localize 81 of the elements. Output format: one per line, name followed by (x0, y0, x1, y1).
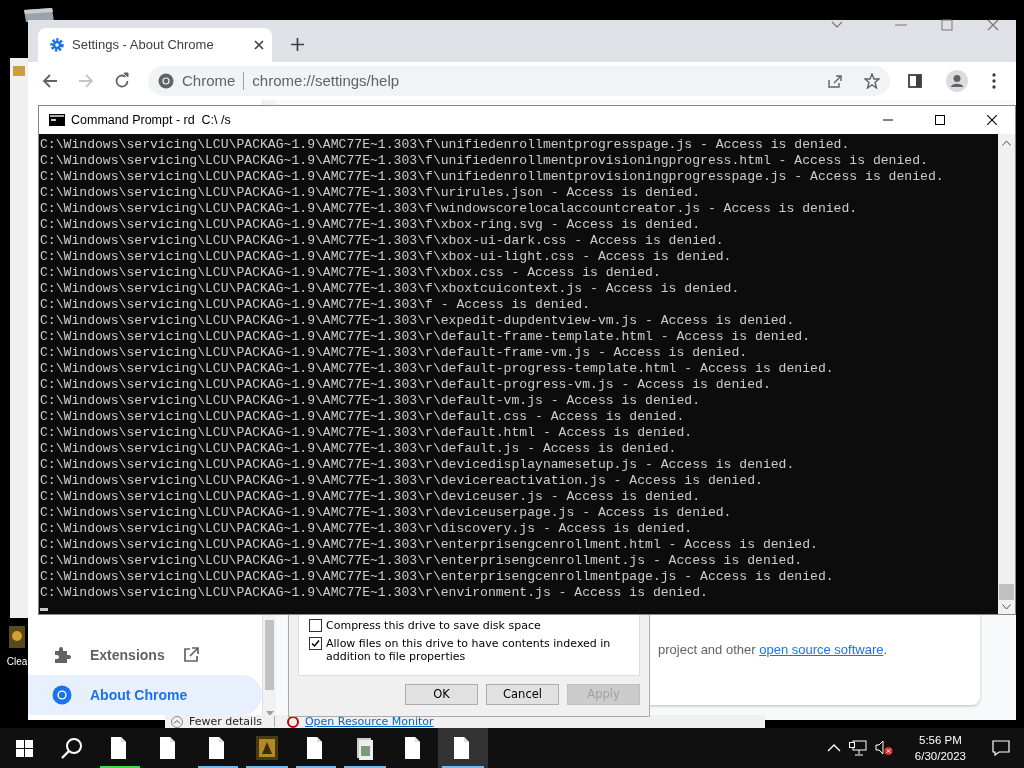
clock[interactable]: 5:56 PM 6/30/2023 (914, 732, 966, 764)
app-icon[interactable] (7, 624, 27, 650)
console-line: C:\Windows\servicing\LCU\PACKAG~1.9\AMC77E~1.303\r\devicedisplaynamesetup.js - Access is denied. (40, 457, 796, 473)
console-line: C:\Windows\servicing\LCU\PACKAG~1.9\AMC77E~1.303\r\default-frame-vm.js - Access is denied. (40, 345, 749, 361)
windows-logo-icon[interactable] (15, 739, 33, 757)
console-line: C:\Windows\servicing\LCU\PACKAG~1.9\AMC77E~1.303\f\xbox.css - Access is denied. (40, 265, 662, 281)
console-line: C:\Windows\servicing\LCU\PACKAG~1.9\AMC77E~1.303\f\xboxtcuicontext.js - Access is denied. (40, 281, 741, 297)
console-line: C:\Windows\servicing\LCU\PACKAG~1.9\AMC77E~1.303\r\environment.js - Access is denied. (40, 585, 709, 601)
console-line: C:\Windows\servicing\LCU\PACKAG~1.9\AMC77E~1.303\r\deviceuserpage.js - Access is denied. (40, 505, 733, 521)
ok-button[interactable]: OK (405, 684, 478, 705)
text-cursor (40, 608, 48, 611)
chrome-logo-icon (158, 73, 174, 89)
icon-label: Clea (6, 656, 28, 668)
collapse-icon[interactable] (171, 715, 183, 728)
folder-icon (13, 64, 25, 78)
console-line: C:\Windows\servicing\LCU\PACKAG~1.9\AMC77E~1.303\f\xbox-ring.svg - Access is denied. (40, 217, 702, 233)
checkbox[interactable] (309, 619, 322, 632)
console-line: C:\Windows\servicing\LCU\PACKAG~1.9\AMC77E~1.303\f - Access is denied. (40, 297, 592, 313)
side-panel-icon[interactable] (908, 74, 922, 88)
menu-icon[interactable] (992, 73, 996, 89)
new-tab-icon[interactable] (291, 38, 304, 51)
close-icon[interactable] (254, 40, 264, 50)
console-line: C:\Windows\servicing\LCU\PACKAG~1.9\AMC77E~1.303\r\default-vm.js - Access is denied. (40, 393, 702, 409)
search-icon[interactable] (61, 737, 83, 759)
scrollbar-thumb[interactable] (999, 584, 1014, 600)
scroll-down-icon[interactable] (1002, 604, 1011, 610)
resource-monitor-link[interactable]: Open Resource Monitor (304, 715, 434, 728)
settings-icon (50, 38, 64, 52)
external-link-icon (182, 647, 199, 663)
network-icon[interactable] (848, 740, 867, 756)
close-icon[interactable] (987, 115, 997, 125)
console-line: C:\Windows\servicing\LCU\PACKAG~1.9\AMC77E~1.303\f\unifiedenrollmentprogresspage.js - Access is denied. (40, 137, 851, 153)
console-line: C:\Windows\servicing\LCU\PACKAG~1.9\AMC77E~1.303\f\urirules.json - Access is denied. (40, 185, 702, 201)
close-icon[interactable] (987, 19, 999, 31)
address-bar[interactable]: Chrome chrome://settings/help (148, 66, 890, 96)
cancel-button[interactable]: Cancel (486, 684, 559, 705)
sidebar-item[interactable]: Extensions (28, 635, 262, 675)
console-line: C:\Windows\servicing\LCU\PACKAG~1.9\AMC77E~1.303\f\xbox-ui-dark.css - Access is denied. (40, 233, 725, 249)
sidebar-item[interactable]: About Chrome (28, 675, 262, 715)
console-line: C:\Windows\servicing\LCU\PACKAG~1.9\AMC77E~1.303\r\default-frame-template.html - Access is denied. (40, 329, 812, 345)
fewer-details-link[interactable]: Fewer details (189, 715, 262, 728)
checkbox[interactable] (309, 637, 322, 650)
chrome-logo-icon (52, 685, 72, 705)
console-line: C:\Windows\servicing\LCU\PACKAG~1.9\AMC77E~1.303\f\unifiedenrollmentprovisioningprogresspage.js - Access is denied. (40, 169, 945, 185)
share-icon[interactable] (826, 73, 842, 89)
chevron-up-icon[interactable] (826, 744, 841, 752)
credits-text: project and other open source software. (658, 641, 889, 659)
console-line: C:\Windows\servicing\LCU\PACKAG~1.9\AMC77E~1.303\r\enterprisengcenrollment.html - Access is denied. (40, 537, 819, 553)
console-line: C:\Windows\servicing\LCU\PACKAG~1.9\AMC77E~1.303\r\default.js - Access is denied. (40, 441, 678, 457)
resource-monitor-icon (286, 715, 299, 728)
console-line: C:\Windows\servicing\LCU\PACKAG~1.9\AMC77E~1.303\r\enterprisengcenrollmentpage.js - Access is denied. (40, 569, 835, 585)
scroll-up-icon[interactable] (1002, 140, 1011, 146)
console-icon (49, 114, 65, 126)
reload-icon[interactable] (113, 72, 131, 90)
browser-tab[interactable]: Settings - About Chrome (38, 28, 272, 62)
console-line: C:\Windows\servicing\LCU\PACKAG~1.9\AMC77E~1.303\r\devicereactivation.js - Access is denied. (40, 473, 764, 489)
stacked-files-icon[interactable] (354, 736, 376, 760)
console-line: C:\Windows\servicing\LCU\PACKAG~1.9\AMC77E~1.303\r\default.css - Access is denied. (40, 409, 686, 425)
console-line: C:\Windows\servicing\LCU\PACKAG~1.9\AMC77E~1.303\r\enterprisengcenrollment.js - Access is denied. (40, 553, 804, 569)
star-icon[interactable] (864, 73, 880, 89)
volume-muted-icon[interactable] (874, 740, 893, 756)
profile-icon[interactable] (946, 70, 968, 92)
back-icon[interactable] (41, 72, 59, 90)
maximize-icon[interactable] (941, 19, 953, 31)
window-title: Command Prompt - rd C:\ /s (71, 111, 232, 129)
console-line: C:\Windows\servicing\LCU\PACKAG~1.9\AMC77E~1.303\r\discovery.js - Access is denied. (40, 521, 694, 537)
puzzle-icon (52, 645, 72, 665)
console-line: C:\Windows\servicing\LCU\PACKAG~1.9\AMC77E~1.303\f\unifiedenrollmentprovisioningprogress.html - Access is denied. (40, 153, 929, 169)
console-line: C:\Windows\servicing\LCU\PACKAG~1.9\AMC77E~1.303\f\windowscorelocalaccountcreator.js - Access is denied. (40, 201, 859, 217)
app-icon[interactable] (256, 736, 278, 760)
checkbox-label: Allow files on this drive to have contents indexed in addition to file properties (326, 637, 612, 663)
maximize-icon[interactable] (935, 115, 945, 125)
notification-icon[interactable] (992, 740, 1010, 756)
console-line: C:\Windows\servicing\LCU\PACKAG~1.9\AMC77E~1.303\r\default.html - Access is denied. (40, 425, 694, 441)
console-line: C:\Windows\servicing\LCU\PACKAG~1.9\AMC77E~1.303\r\default-progress-vm.js - Access is denied. (40, 377, 772, 393)
scrollbar-thumb[interactable] (265, 620, 274, 690)
checkbox-label: Compress this drive to save disk space (326, 619, 541, 632)
console-line: C:\Windows\servicing\LCU\PACKAG~1.9\AMC77E~1.303\r\deviceuser.js - Access is denied. (40, 489, 702, 505)
console-line: C:\Windows\servicing\LCU\PACKAG~1.9\AMC77E~1.303\f\xbox-ui-light.css - Access is denied. (40, 249, 733, 265)
console-line: C:\Windows\servicing\LCU\PACKAG~1.9\AMC77E~1.303\r\expedit-dupdentview-vm.js - Access is denied. (40, 313, 796, 329)
console-line: C:\Windows\servicing\LCU\PACKAG~1.9\AMC77E~1.303\r\default-progress-template.html - Access is denied. (40, 361, 835, 377)
